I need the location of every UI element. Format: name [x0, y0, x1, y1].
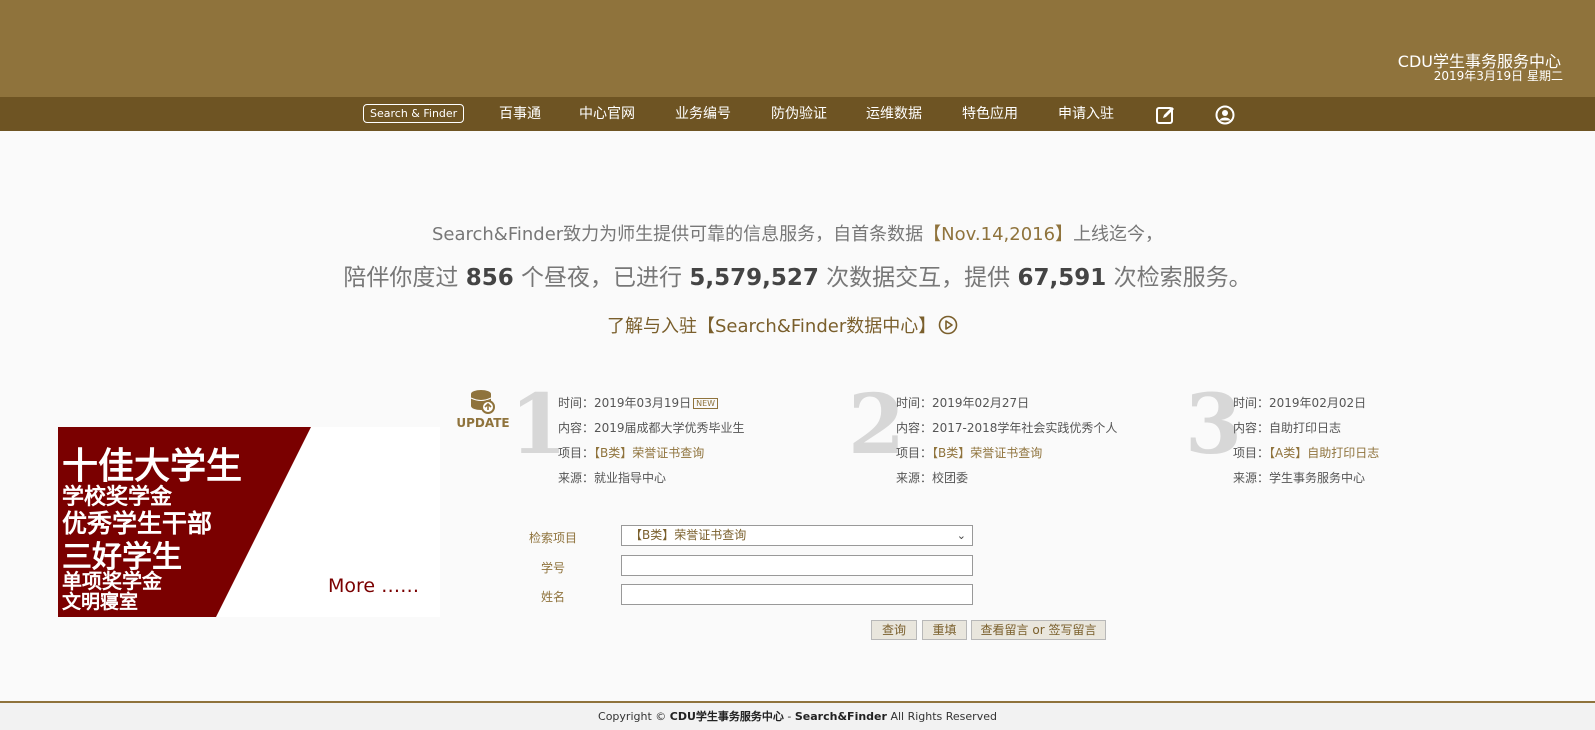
field-label: 来源：	[1233, 471, 1270, 485]
query-button[interactable]: 查询	[871, 620, 917, 640]
field-label: 时间：	[1233, 396, 1270, 410]
update-source: 来源：就业指导中心	[558, 469, 666, 486]
update-card: 1 时间：2019年03月19日 NEW 内容：2019届成都大学优秀毕业生 项目…	[510, 384, 834, 485]
time-value: 2019年02月02日	[1269, 396, 1367, 410]
content-value: 自助打印日志	[1269, 421, 1342, 435]
footer-org: CDU学生事务服务中心	[669, 710, 784, 723]
edit-icon[interactable]	[1155, 105, 1175, 125]
field-label: 项目：	[896, 446, 933, 460]
copyright-text: Copyright ©	[598, 710, 667, 723]
update-card: 3 时间：2019年02月02日 内容：自助打印日志 项目：【A类】自助打印日志…	[1185, 384, 1509, 485]
project-select-value: 【B类】荣誉证书查询	[630, 528, 747, 542]
update-content: 内容：自助打印日志	[1233, 419, 1341, 436]
name-label: 姓名	[540, 590, 565, 604]
nav-item-apply[interactable]: 申请入驻	[1058, 97, 1114, 131]
update-time: 时间：2019年02月02日	[1233, 394, 1366, 411]
days-count: 856	[465, 265, 514, 291]
content-value: 2017-2018学年社会实践优秀个人	[932, 421, 1118, 435]
stats-text: 次数据交互，提供	[818, 265, 1018, 291]
content-value: 2019届成都大学优秀毕业生	[594, 421, 745, 435]
field-label: 时间：	[558, 396, 595, 410]
footer-separator: -	[783, 710, 795, 723]
project-link[interactable]: 【A类】自助打印日志	[1269, 446, 1379, 460]
update-content: 内容：2019届成都大学优秀毕业生	[558, 419, 745, 436]
time-value: 2019年03月19日	[594, 396, 692, 410]
update-time: 时间：2019年02月27日	[896, 394, 1029, 411]
update-project: 项目：【A类】自助打印日志	[1233, 444, 1379, 461]
field-label: 来源：	[896, 471, 933, 485]
reset-button[interactable]: 重填	[922, 620, 967, 640]
search-count: 67,591	[1017, 265, 1107, 291]
field-label: 时间：	[896, 396, 933, 410]
footer-brand: Search&Finder	[794, 710, 887, 723]
honors-banner[interactable]: 十佳大学生 学校奖学金 优秀学生干部 三好学生 单项奖学金 文明寝室 More …	[58, 427, 440, 617]
tagline: Search&Finder致力为师生提供可靠的信息服务，自首条数据【Nov.14…	[0, 220, 1595, 246]
update-source: 来源：学生事务服务中心	[1233, 469, 1365, 486]
nav-item-official-site[interactable]: 中心官网	[579, 97, 635, 131]
service-stats: 陪伴你度过 856 个昼夜，已进行 5,579,527 次数据交互，提供 67,…	[0, 258, 1595, 292]
interaction-count: 5,579,527	[689, 265, 819, 291]
name-input[interactable]	[621, 584, 973, 605]
new-badge: NEW	[693, 398, 719, 409]
current-date: 2019年3月19日 星期二	[1433, 69, 1563, 83]
source-value: 就业指导中心	[594, 471, 667, 485]
field-label: 项目：	[558, 446, 595, 460]
source-value: 学生事务服务中心	[1269, 471, 1366, 485]
first-data-date: 【Nov.14,2016】	[923, 224, 1074, 245]
nav-item-baishitong[interactable]: 百事通	[499, 97, 541, 131]
nav-item-anti-counterfeit[interactable]: 防伪验证	[771, 97, 827, 131]
nav-item-ops-data[interactable]: 运维数据	[866, 97, 922, 131]
stats-text: 个昼夜，已进行	[513, 265, 690, 291]
banner-line: 文明寝室	[62, 591, 139, 613]
project-label: 检索项目	[528, 531, 577, 545]
nav-search-finder[interactable]: Search & Finder	[363, 104, 465, 123]
field-label: 项目：	[1233, 446, 1270, 460]
stats-text: 陪伴你度过	[343, 265, 466, 291]
user-icon[interactable]	[1215, 105, 1235, 125]
nav-item-featured-apps[interactable]: 特色应用	[962, 97, 1018, 131]
student-id-input[interactable]	[621, 555, 973, 576]
join-data-center-link[interactable]: 了解与入驻【Search&Finder数据中心】	[607, 312, 936, 338]
chevron-down-icon: ⌄	[956, 529, 966, 542]
project-link[interactable]: 【B类】荣誉证书查询	[932, 446, 1042, 460]
stats-text: 次检索服务。	[1106, 265, 1252, 291]
update-project: 项目：【B类】荣誉证书查询	[558, 444, 704, 461]
project-select[interactable]: 【B类】荣誉证书查询 ⌄	[621, 525, 973, 546]
field-label: 内容：	[1233, 421, 1270, 435]
source-value: 校团委	[932, 471, 969, 485]
tagline-pre: Search&Finder致力为师生提供可靠的信息服务，自首条数据	[431, 224, 924, 245]
field-label: 来源：	[558, 471, 595, 485]
update-content: 内容：2017-2018学年社会实践优秀个人	[896, 419, 1117, 436]
update-label: UPDATE	[456, 416, 510, 430]
nav-item-business-number[interactable]: 业务编号	[675, 97, 731, 131]
update-card: 2 时间：2019年02月27日 内容：2017-2018学年社会实践优秀个人 …	[848, 384, 1172, 485]
footer: Copyright © CDU学生事务服务中心 - Search&Finder …	[0, 703, 1595, 730]
project-link[interactable]: 【B类】荣誉证书查询	[594, 446, 704, 460]
student-id-label: 学号	[540, 561, 565, 575]
footer-rights: All Rights Reserved	[890, 710, 997, 723]
update-time: 时间：2019年03月19日 NEW	[558, 394, 719, 411]
update-project: 项目：【B类】荣誉证书查询	[896, 444, 1042, 461]
main-nav: Search & Finder 百事通 中心官网 业务编号 防伪验证 运维数据 …	[0, 97, 1595, 131]
time-value: 2019年02月27日	[932, 396, 1030, 410]
play-circle-icon[interactable]	[938, 315, 958, 335]
update-source: 来源：校团委	[896, 469, 968, 486]
tagline-post: 上线迄今，	[1073, 224, 1164, 245]
field-label: 内容：	[896, 421, 933, 435]
message-board-button[interactable]: 查看留言 or 签写留言	[971, 620, 1106, 640]
field-label: 内容：	[558, 421, 595, 435]
site-header: CDU学生事务服务中心 2019年3月19日 星期二	[0, 0, 1595, 97]
banner-more-link[interactable]: More ……	[328, 575, 419, 597]
